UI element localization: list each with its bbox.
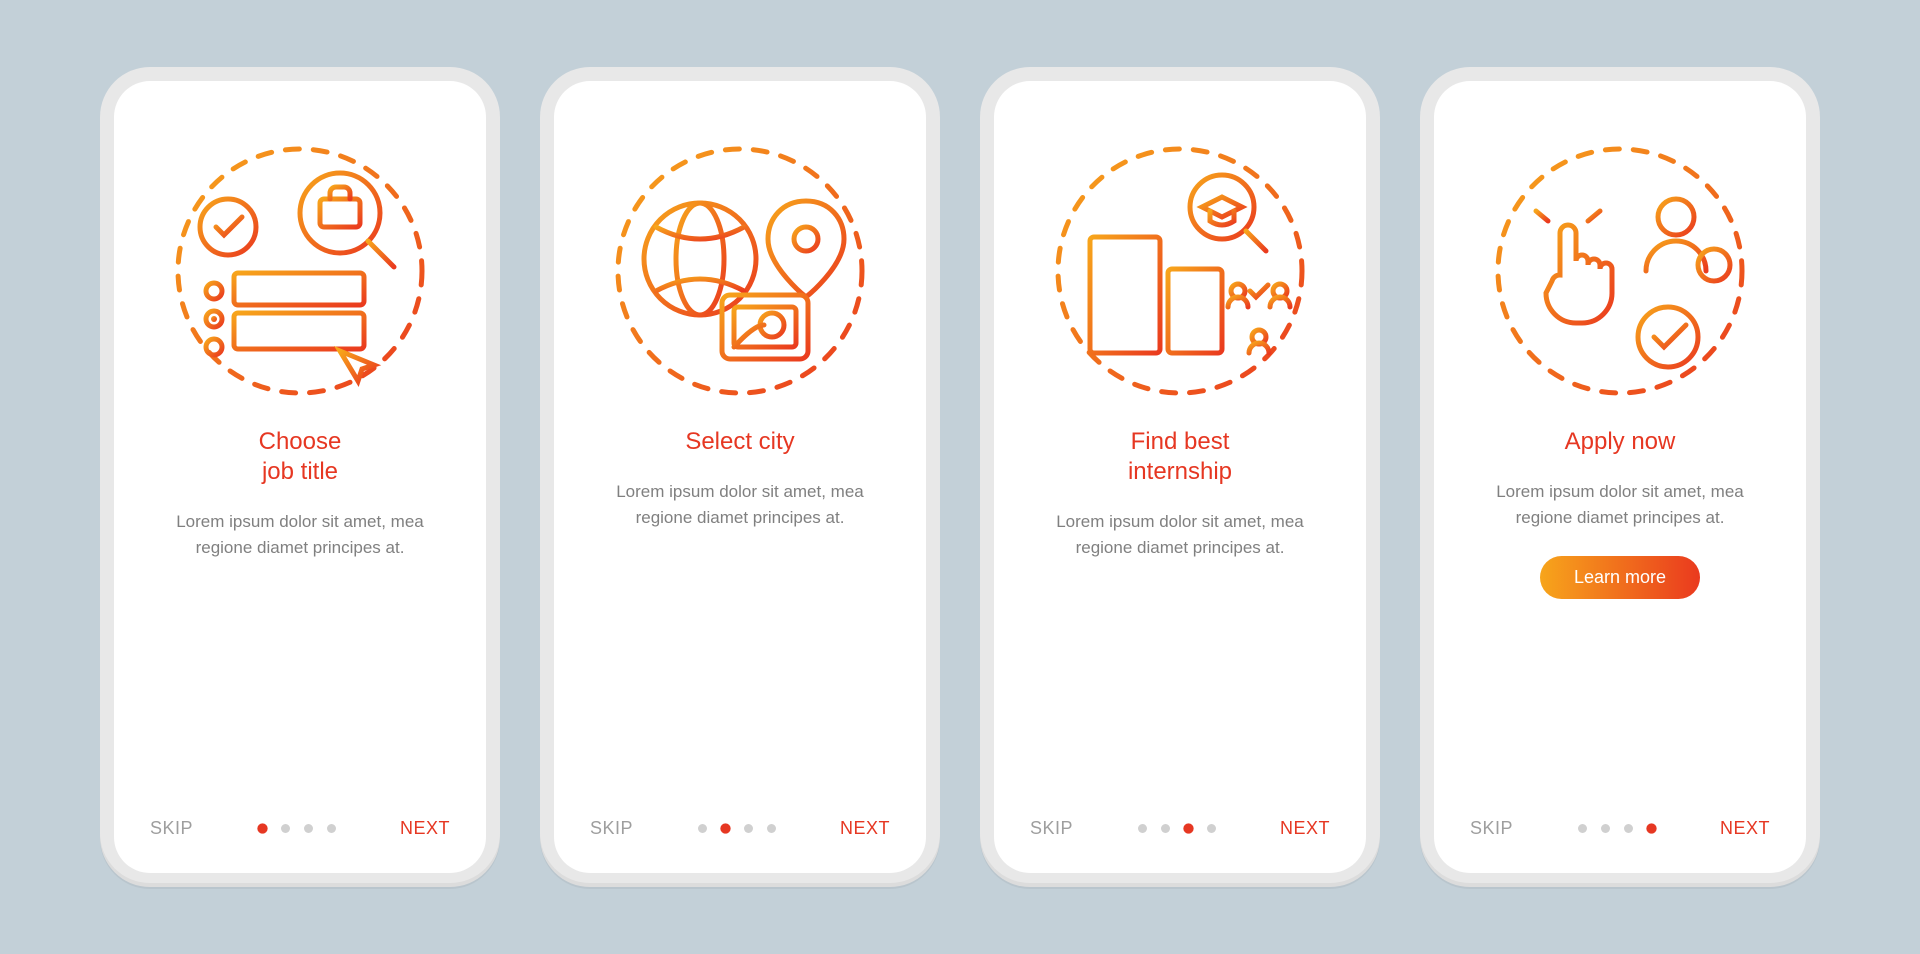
page-dot[interactable] (1624, 824, 1633, 833)
screen-title: Choose job title (259, 427, 342, 487)
page-dot[interactable] (1601, 824, 1610, 833)
phone-frame: Choose job title Lorem ipsum dolor sit a… (100, 67, 500, 887)
onboarding-screen-1: Choose job title Lorem ipsum dolor sit a… (114, 81, 486, 873)
screen-title: Apply now (1565, 427, 1676, 457)
screen-title: Select city (685, 427, 794, 457)
phone-frame: Select city Lorem ipsum dolor sit amet, … (540, 67, 940, 887)
next-button[interactable]: NEXT (400, 818, 450, 839)
screen-description: Lorem ipsum dolor sit amet, mea regione … (595, 479, 885, 530)
choose-job-title-icon (170, 141, 430, 401)
onboarding-screen-3: Find best internship Lorem ipsum dolor s… (994, 81, 1366, 873)
skip-button[interactable]: SKIP (1470, 818, 1513, 839)
screen-description: Lorem ipsum dolor sit amet, mea regione … (1035, 509, 1325, 560)
page-dot[interactable] (281, 824, 290, 833)
page-indicator (698, 824, 776, 833)
screen-title: Find best internship (1128, 427, 1232, 487)
page-dot[interactable] (304, 824, 313, 833)
select-city-icon (610, 141, 870, 401)
page-dot[interactable] (744, 824, 753, 833)
onboarding-nav: SKIP NEXT (114, 818, 486, 839)
page-dot[interactable] (1183, 823, 1193, 833)
page-dot[interactable] (1578, 824, 1587, 833)
page-indicator (1138, 824, 1216, 833)
page-dot[interactable] (720, 823, 730, 833)
page-dot[interactable] (767, 824, 776, 833)
onboarding-screens-row: Choose job title Lorem ipsum dolor sit a… (70, 37, 1850, 917)
page-dot[interactable] (327, 824, 336, 833)
onboarding-screen-4: Apply now Lorem ipsum dolor sit amet, me… (1434, 81, 1806, 873)
skip-button[interactable]: SKIP (1030, 818, 1073, 839)
next-button[interactable]: NEXT (1280, 818, 1330, 839)
page-dot[interactable] (1207, 824, 1216, 833)
page-dot[interactable] (1161, 824, 1170, 833)
skip-button[interactable]: SKIP (590, 818, 633, 839)
page-dot[interactable] (698, 824, 707, 833)
page-indicator (1578, 824, 1656, 833)
learn-more-button[interactable]: Learn more (1540, 556, 1700, 599)
onboarding-nav: SKIP NEXT (994, 818, 1366, 839)
page-dot[interactable] (257, 823, 267, 833)
next-button[interactable]: NEXT (840, 818, 890, 839)
skip-button[interactable]: SKIP (150, 818, 193, 839)
screen-description: Lorem ipsum dolor sit amet, mea regione … (1475, 479, 1765, 530)
apply-now-icon (1490, 141, 1750, 401)
phone-frame: Find best internship Lorem ipsum dolor s… (980, 67, 1380, 887)
page-dot[interactable] (1138, 824, 1147, 833)
onboarding-screen-2: Select city Lorem ipsum dolor sit amet, … (554, 81, 926, 873)
find-internship-icon (1050, 141, 1310, 401)
page-dot[interactable] (1646, 823, 1656, 833)
onboarding-nav: SKIP NEXT (554, 818, 926, 839)
onboarding-nav: SKIP NEXT (1434, 818, 1806, 839)
page-indicator (258, 824, 336, 833)
phone-frame: Apply now Lorem ipsum dolor sit amet, me… (1420, 67, 1820, 887)
screen-description: Lorem ipsum dolor sit amet, mea regione … (155, 509, 445, 560)
next-button[interactable]: NEXT (1720, 818, 1770, 839)
